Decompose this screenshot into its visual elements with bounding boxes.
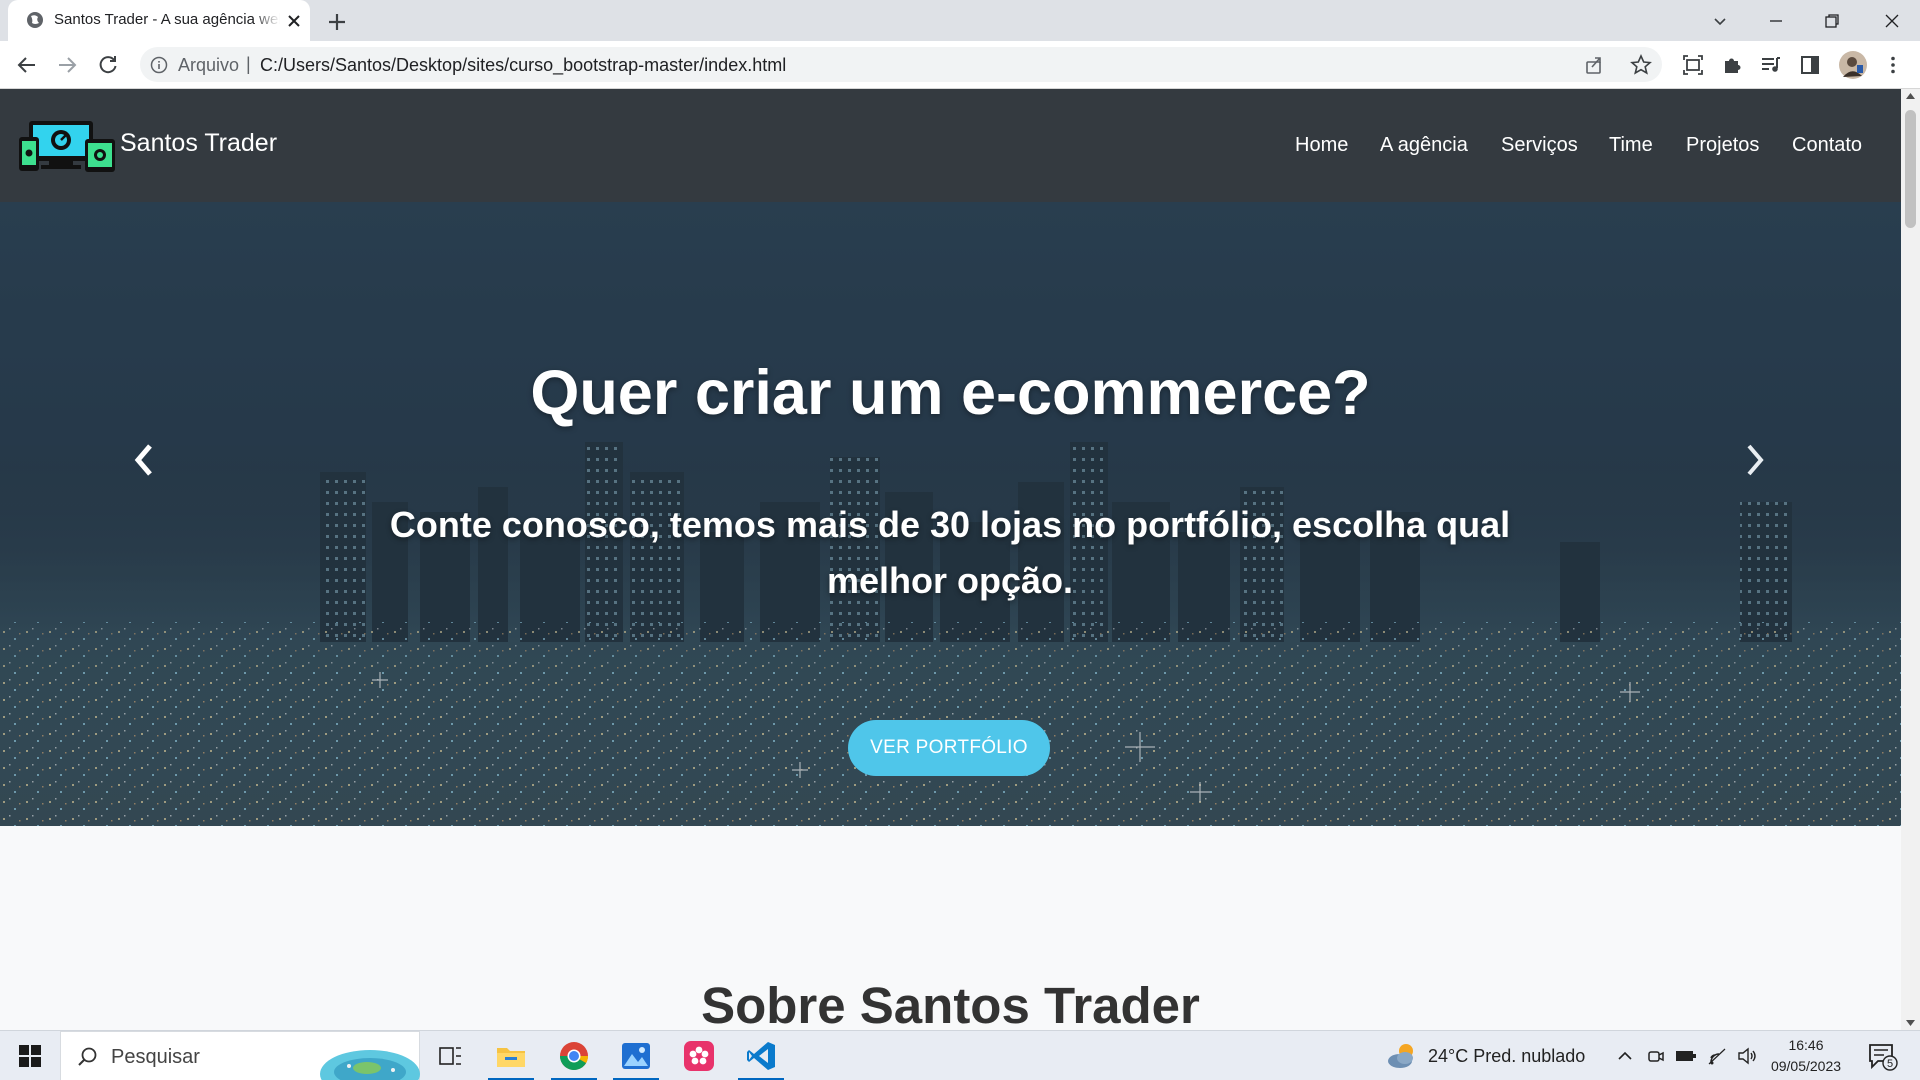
weather-text[interactable]: 24°C Pred. nublado [1428,1046,1585,1067]
camera-icon [1648,1051,1664,1062]
globe-icon [27,12,43,28]
scheme-separator: | [246,54,251,74]
minimize-button[interactable] [1748,0,1804,41]
close-icon [1885,14,1899,27]
search-highlight-island-icon [320,1050,420,1080]
browser-tab-strip: Santos Trader - A sua agência web [0,0,1920,41]
devices-logo-icon[interactable] [19,119,115,173]
address-bar[interactable]: Arquivo | C:/Users/Santos/Desktop/sites/… [140,47,1662,82]
search-placeholder: Pesquisar [111,1046,200,1068]
notification-center-icon[interactable]: 5 [1868,1043,1898,1071]
chevron-up-icon [1618,1051,1632,1060]
back-button[interactable] [15,53,39,77]
screen-capture-button[interactable] [1681,53,1705,77]
photos-icon [622,1043,650,1069]
taskbar-app-vscode[interactable] [732,1031,790,1080]
browser-menu-button[interactable] [1881,53,1905,77]
folder-icon [497,1048,525,1067]
tray-volume-button[interactable] [1736,1045,1758,1067]
taskbar-app-photos[interactable] [607,1031,665,1080]
tray-overflow-button[interactable] [1614,1045,1636,1067]
star-icon[interactable] [1630,54,1652,76]
nav-link-projetos[interactable]: Projetos [1686,134,1759,157]
profile-avatar[interactable] [1839,51,1867,79]
page-scrollbar[interactable] [1901,89,1920,1030]
windows-taskbar: Pesquisar 24°C Pred. nublado 16:46 09/05… [0,1030,1920,1080]
puzzle-icon [1725,58,1741,73]
wifi-icon [1708,1048,1726,1065]
chrome-icon [560,1042,588,1070]
notification-count: 5 [1887,1058,1893,1070]
tab-title: Santos Trader - A sua agência web [54,11,280,28]
vscode-icon [747,1042,775,1070]
chevron-down-icon [1714,17,1726,25]
arrow-right-icon [59,57,77,73]
side-panel-icon [1801,56,1819,74]
avatar [1839,51,1867,79]
nav-link-agencia[interactable]: A agência [1380,134,1468,157]
start-button[interactable] [0,1031,60,1080]
taskbar-clock-date[interactable]: 09/05/2023 [1766,1058,1846,1074]
info-icon[interactable] [150,56,168,74]
share-icon[interactable] [1584,55,1604,75]
windows-logo-icon [19,1045,41,1067]
tray-network-button[interactable] [1706,1045,1728,1067]
side-panel-button[interactable] [1798,53,1822,77]
screen-capture-icon [1683,55,1703,75]
media-controls-button[interactable] [1759,53,1783,77]
taskbar-search-box[interactable]: Pesquisar [60,1031,420,1080]
taskbar-app-chrome[interactable] [545,1031,603,1080]
arrow-left-icon [17,57,35,73]
tray-battery-button[interactable] [1675,1045,1697,1067]
close-window-button[interactable] [1864,0,1920,41]
battery-icon [1676,1051,1696,1061]
extensions-button[interactable] [1720,53,1744,77]
more-vert-icon [1891,56,1895,74]
ver-portfolio-button[interactable]: VER PORTFÓLIO [848,720,1050,776]
nav-link-time[interactable]: Time [1609,134,1653,157]
taskbar-app-flower[interactable] [670,1031,728,1080]
brand-name-link[interactable]: Santos Trader [120,129,277,158]
nav-link-servicos[interactable]: Serviços [1501,134,1578,157]
reload-button[interactable] [96,53,120,77]
search-icon [78,1047,97,1066]
minimize-icon [1770,19,1782,22]
hero-carousel: Quer criar um e-commerce? Conte conosco,… [0,202,1901,826]
task-view-button[interactable] [422,1031,480,1080]
flower-app-icon [684,1041,714,1071]
scheme-label: Arquivo [178,55,240,75]
taskbar-clock-time[interactable]: 16:46 [1772,1037,1840,1053]
close-icon[interactable] [284,11,304,31]
reload-icon [99,56,117,74]
restore-icon [1825,13,1839,28]
scrollbar-thumb[interactable] [1905,110,1916,228]
tray-meet-button[interactable] [1645,1045,1667,1067]
site-navbar: Santos Trader Home A agência Serviços Ti… [0,89,1901,202]
about-section-title: Sobre Santos Trader [701,977,1200,1030]
browser-toolbar: Arquivo | C:/Users/Santos/Desktop/sites/… [0,41,1920,89]
browser-tab[interactable]: Santos Trader - A sua agência web [8,0,310,41]
tab-search-button[interactable] [1692,0,1748,41]
forward-button[interactable] [55,53,79,77]
scroll-up-arrow-icon[interactable] [1906,93,1915,99]
restore-button[interactable] [1804,0,1860,41]
nav-link-contato[interactable]: Contato [1792,134,1862,157]
task-view-icon [439,1047,461,1065]
weather-cloud-icon[interactable] [1386,1041,1418,1071]
queue-music-icon [1762,57,1780,72]
carousel-prev-chevron-icon[interactable] [128,440,158,480]
carousel-next-chevron-icon[interactable] [1741,440,1771,480]
hero-title: Quer criar um e-commerce? [530,358,1371,428]
new-tab-plus-icon[interactable] [324,9,350,35]
hero-subtitle: Conte conosco, temos mais de 30 lojas no… [389,504,1511,601]
page-viewport: Santos Trader Home A agência Serviços Ti… [0,89,1920,1030]
nav-link-home[interactable]: Home [1295,134,1348,157]
url-text[interactable]: C:/Users/Santos/Desktop/sites/curso_boot… [260,55,786,76]
scroll-down-arrow-icon[interactable] [1906,1020,1915,1026]
speaker-icon [1738,1047,1756,1065]
taskbar-app-file-explorer[interactable] [482,1031,540,1080]
